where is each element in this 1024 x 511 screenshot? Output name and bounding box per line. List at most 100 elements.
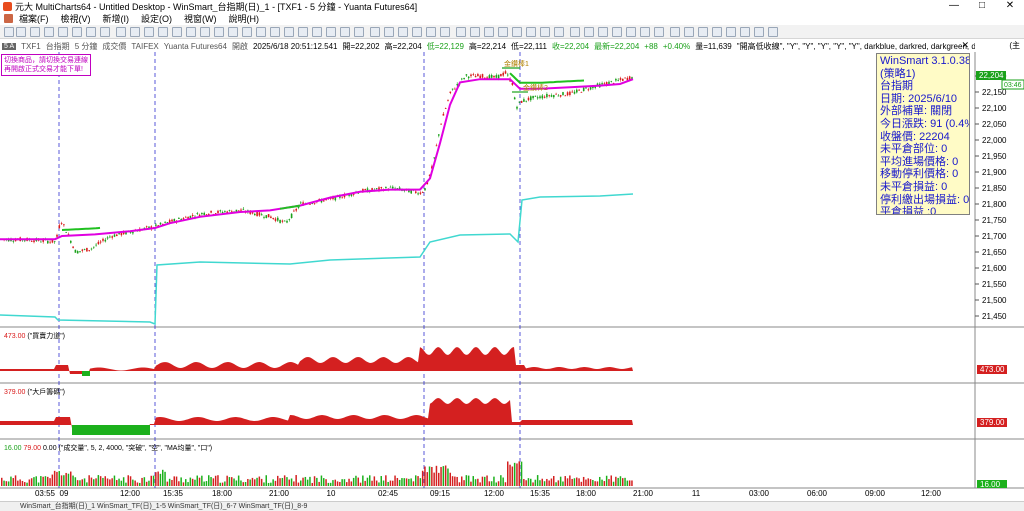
volume-bar bbox=[44, 476, 47, 486]
last-price-tag: 22,204 bbox=[979, 71, 1004, 80]
close-button[interactable]: ✕ bbox=[996, 0, 1024, 12]
toolbar-button-21[interactable] bbox=[298, 27, 308, 37]
volume-bar bbox=[194, 479, 196, 486]
toolbar-button-48[interactable] bbox=[684, 27, 694, 37]
toolbar-button-20[interactable] bbox=[284, 27, 294, 37]
toolbar-button-29[interactable] bbox=[412, 27, 422, 37]
volume-bar bbox=[81, 479, 83, 486]
menu-view[interactable]: 檢視(V) bbox=[55, 12, 97, 25]
toolbar-button-44[interactable] bbox=[626, 27, 636, 37]
toolbar-button-47[interactable] bbox=[670, 27, 680, 37]
toolbar-button-19[interactable] bbox=[270, 27, 280, 37]
maximize-button[interactable]: □ bbox=[968, 0, 996, 12]
toolbar-button-53[interactable] bbox=[754, 27, 764, 37]
toolbar-button-22[interactable] bbox=[312, 27, 322, 37]
toolbar-button-7[interactable] bbox=[100, 27, 110, 37]
price-tick-label-3: 22,050 bbox=[982, 120, 1007, 129]
toolbar-button-50[interactable] bbox=[712, 27, 722, 37]
toolbar-button-52[interactable] bbox=[740, 27, 750, 37]
toolbar-button-0[interactable] bbox=[4, 27, 14, 37]
toolbar-button-31[interactable] bbox=[440, 27, 450, 37]
candle-body bbox=[47, 240, 49, 244]
volume-bar bbox=[601, 479, 603, 486]
toolbar-button-1[interactable] bbox=[16, 27, 26, 37]
toolbar-button-41[interactable] bbox=[584, 27, 594, 37]
toolbar-button-49[interactable] bbox=[698, 27, 708, 37]
toolbar-button-40[interactable] bbox=[570, 27, 580, 37]
toolbar-button-28[interactable] bbox=[398, 27, 408, 37]
toolbar-button-16[interactable] bbox=[228, 27, 238, 37]
chart-area[interactable]: 22,20022,15022,10022,05022,00021,95021,9… bbox=[0, 52, 1024, 501]
candle-body bbox=[88, 250, 90, 251]
volume-bar bbox=[631, 480, 633, 486]
menu-file[interactable]: 檔案(F) bbox=[13, 12, 55, 25]
volume-bar bbox=[495, 482, 497, 486]
candle-body bbox=[557, 95, 560, 97]
toolbar-button-4[interactable] bbox=[58, 27, 68, 37]
toolbar-button-34[interactable] bbox=[484, 27, 494, 37]
interval-label: 5 分鐘 bbox=[74, 41, 98, 51]
toolbar-button-6[interactable] bbox=[86, 27, 96, 37]
toolbar-button-27[interactable] bbox=[384, 27, 394, 37]
toolbar-button-32[interactable] bbox=[456, 27, 466, 37]
candle-body bbox=[224, 211, 226, 212]
volume-bar bbox=[525, 480, 527, 486]
chart-close-icon[interactable]: ✕ bbox=[961, 40, 969, 51]
candle-body bbox=[573, 91, 576, 94]
volume-bar bbox=[180, 477, 182, 486]
toolbar-button-12[interactable] bbox=[172, 27, 182, 37]
toolbar-button-2[interactable] bbox=[30, 27, 40, 37]
toolbar-button-24[interactable] bbox=[340, 27, 350, 37]
volume-bar bbox=[173, 476, 175, 486]
volume-bar bbox=[120, 480, 123, 486]
toolbar-button-30[interactable] bbox=[426, 27, 436, 37]
toolbar-button-3[interactable] bbox=[44, 27, 54, 37]
menu-help[interactable]: 說明(H) bbox=[223, 12, 266, 25]
toolbar-button-15[interactable] bbox=[214, 27, 224, 37]
toolbar-button-42[interactable] bbox=[598, 27, 608, 37]
volume-bar bbox=[304, 476, 307, 486]
minimize-button[interactable]: — bbox=[940, 0, 968, 12]
toolbar-button-36[interactable] bbox=[512, 27, 522, 37]
toolbar-button-38[interactable] bbox=[540, 27, 550, 37]
toolbar-button-23[interactable] bbox=[326, 27, 336, 37]
toolbar-button-14[interactable] bbox=[200, 27, 210, 37]
symbol-badge[interactable]: 5 A bbox=[2, 42, 17, 50]
menu-settings[interactable]: 設定(O) bbox=[135, 12, 178, 25]
toolbar-button-45[interactable] bbox=[640, 27, 650, 37]
session-high-value: 高=22,214 bbox=[468, 41, 507, 51]
candle-body bbox=[109, 236, 111, 238]
volume-bar bbox=[541, 478, 543, 486]
toolbar-button-46[interactable] bbox=[654, 27, 664, 37]
candle-body bbox=[313, 203, 316, 205]
volume-bar bbox=[477, 478, 479, 486]
toolbar-button-5[interactable] bbox=[72, 27, 82, 37]
toolbar-button-11[interactable] bbox=[158, 27, 168, 37]
toolbar-button-17[interactable] bbox=[242, 27, 252, 37]
time-tick-7: 02:45 bbox=[377, 489, 399, 498]
price-chart-svg[interactable]: 22,20022,15022,10022,05022,00021,95021,9… bbox=[0, 52, 1024, 501]
price-tick-label-10: 21,700 bbox=[982, 232, 1007, 241]
menu-window[interactable]: 視窗(W) bbox=[178, 12, 223, 25]
toolbar-button-9[interactable] bbox=[130, 27, 140, 37]
candle-body bbox=[171, 219, 173, 222]
workspace-tabs[interactable]: WinSmart_台指期(日)_1 WinSmart_TF(日)_1-5 Win… bbox=[0, 501, 1024, 511]
toolbar-button-54[interactable] bbox=[768, 27, 778, 37]
toolbar-button-35[interactable] bbox=[498, 27, 508, 37]
toolbar-button-13[interactable] bbox=[186, 27, 196, 37]
toolbar-button-43[interactable] bbox=[612, 27, 622, 37]
toolbar-button-10[interactable] bbox=[144, 27, 154, 37]
menu-insert[interactable]: 新增(I) bbox=[97, 12, 136, 25]
toolbar-button-39[interactable] bbox=[554, 27, 564, 37]
candle-body bbox=[76, 251, 79, 254]
volume-bar bbox=[265, 475, 267, 486]
toolbar-button-37[interactable] bbox=[526, 27, 536, 37]
symbol-code: TXF1 bbox=[21, 41, 41, 51]
candle-body bbox=[502, 72, 504, 76]
toolbar-button-18[interactable] bbox=[256, 27, 266, 37]
toolbar-button-33[interactable] bbox=[470, 27, 480, 37]
toolbar-button-25[interactable] bbox=[354, 27, 364, 37]
toolbar-button-8[interactable] bbox=[116, 27, 126, 37]
toolbar-button-26[interactable] bbox=[370, 27, 380, 37]
toolbar-button-51[interactable] bbox=[726, 27, 736, 37]
